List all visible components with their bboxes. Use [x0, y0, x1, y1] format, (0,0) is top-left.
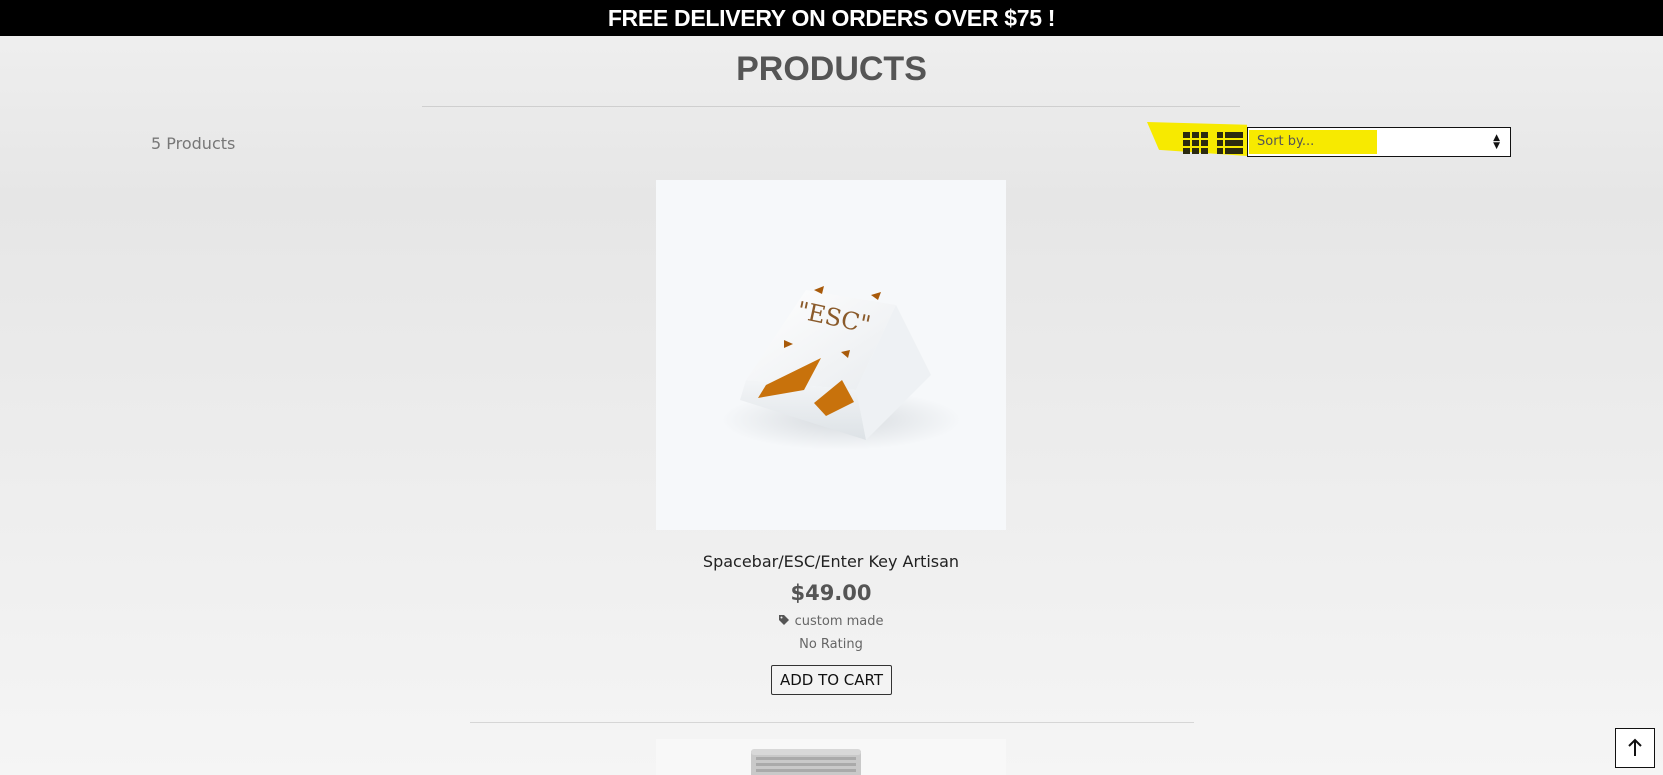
page-title: PRODUCTS	[736, 50, 927, 88]
next-product-image[interactable]	[656, 739, 1006, 775]
product-name[interactable]: Spacebar/ESC/Enter Key Artisan	[556, 552, 1106, 571]
grid-icon	[1183, 132, 1208, 154]
announcement-text: FREE DELIVERY ON ORDERS OVER $75 !	[607, 5, 1056, 31]
arrow-up-icon	[1628, 738, 1642, 756]
metal-cylinder-image	[751, 749, 861, 775]
grid-view-button[interactable]	[1182, 131, 1210, 155]
tag-icon	[778, 614, 794, 629]
sort-arrows-icon: ▲ ▼	[1493, 133, 1500, 151]
sort-select[interactable]: Sort by... ▲ ▼	[1247, 127, 1511, 157]
tag-label: custom made	[794, 614, 884, 629]
product-count: 5 Products	[151, 134, 236, 153]
product-divider	[470, 722, 1194, 723]
product-tag[interactable]: custom made	[556, 614, 1106, 629]
announcement-bar: FREE DELIVERY ON ORDERS OVER $75 !	[0, 0, 1663, 36]
product-image[interactable]: "ESC"	[656, 180, 1006, 530]
esc-keycap-image: "ESC"	[721, 286, 961, 450]
list-icon	[1217, 132, 1243, 154]
product-price: $49.00	[790, 581, 872, 605]
add-to-cart-button[interactable]: ADD TO CART	[771, 665, 892, 695]
back-to-top-button[interactable]	[1615, 728, 1655, 768]
title-divider	[422, 106, 1240, 107]
product-rating: No Rating	[799, 637, 863, 652]
list-view-button[interactable]	[1216, 131, 1244, 155]
sort-placeholder: Sort by...	[1257, 134, 1315, 149]
